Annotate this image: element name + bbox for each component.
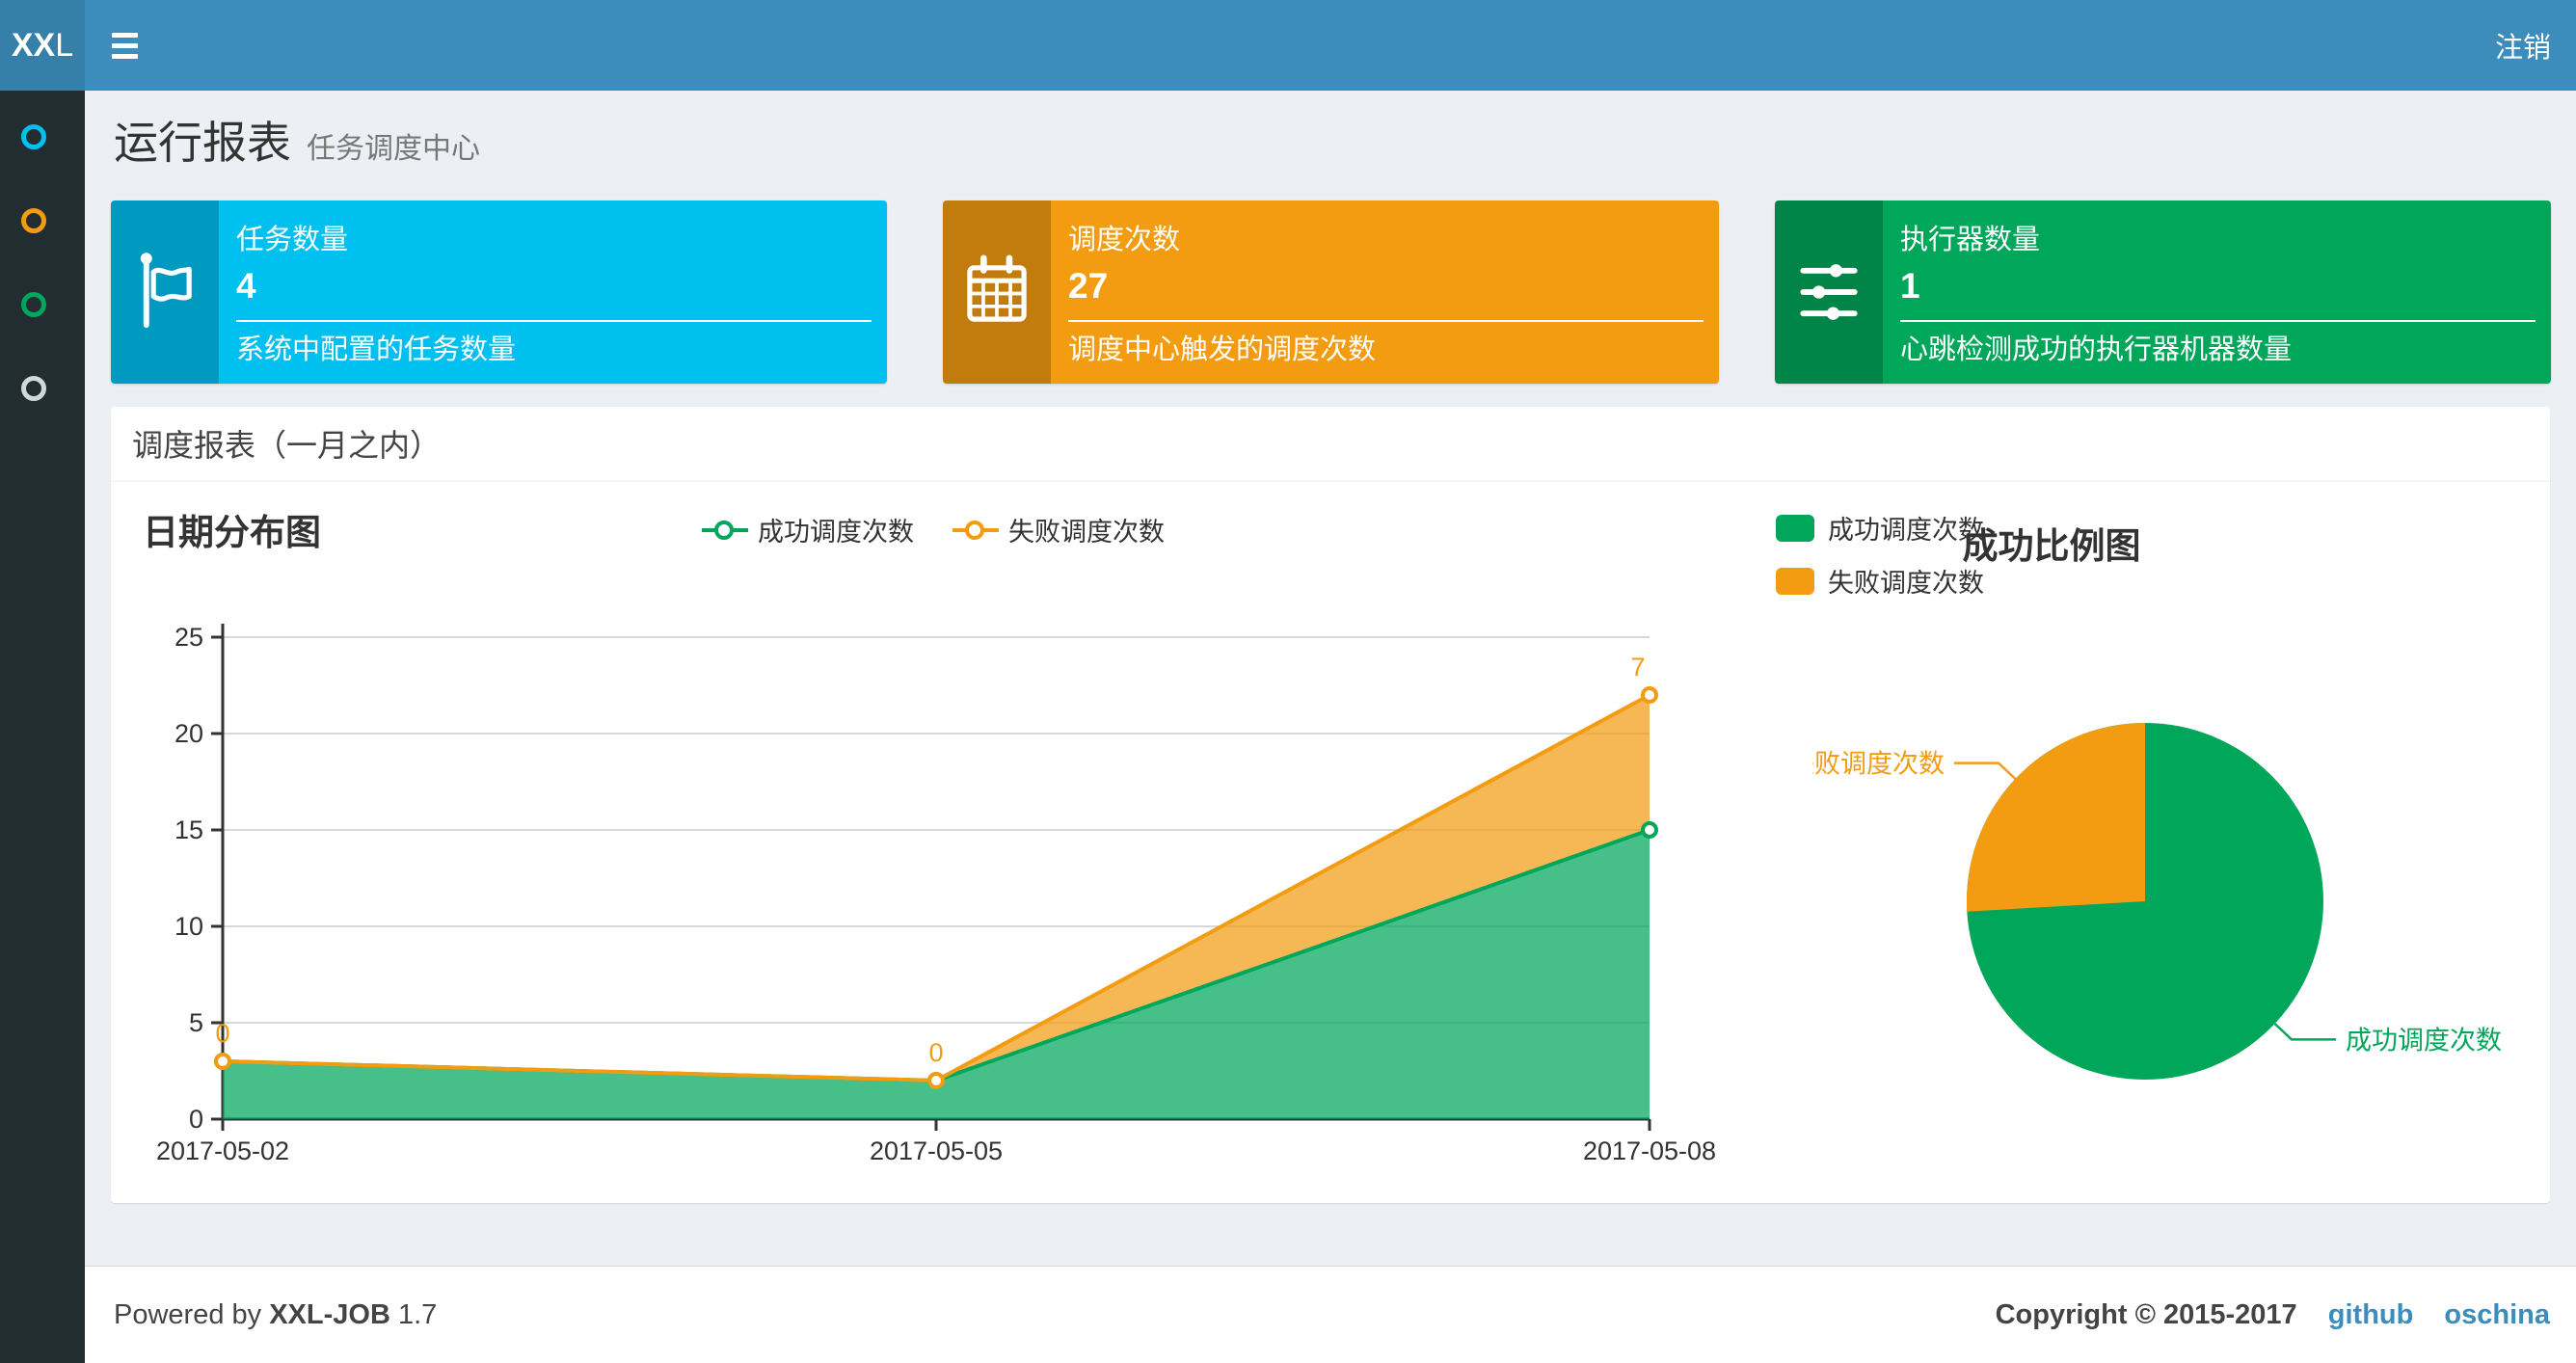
info-box-title: 执行器数量: [1900, 225, 2041, 255]
legend-item[interactable]: 成功调度次数: [1776, 509, 1984, 547]
svg-text:15: 15: [174, 815, 203, 844]
legend-swatch-icon: [1776, 567, 1814, 595]
info-box-triggers: 调度次数 27 调度中心触发的调度次数: [943, 200, 1719, 384]
point-label: 0: [215, 1019, 229, 1048]
legend-label: 成功调度次数: [758, 518, 914, 547]
sidebar-toggle-button[interactable]: [93, 0, 156, 91]
point-label: 7: [1630, 653, 1645, 682]
sidebar-item-2[interactable]: [0, 192, 85, 250]
svg-text:20: 20: [174, 719, 203, 748]
info-box-description: 系统中配置的任务数量: [236, 334, 517, 365]
pie-chart-legend: 成功调度次数 失败调度次数: [1776, 509, 1984, 600]
product-version: 1.7: [397, 1298, 438, 1330]
logo-text-bold: XX: [11, 26, 56, 64]
app-root: XX L 注销 运行报表 任务调度中心 任务数量 4 系统中配置的任务数量 调度…: [0, 0, 2576, 1363]
legend-item[interactable]: 成功调度次数: [702, 511, 914, 548]
copyright-text: Copyright © 2015-2017: [1995, 1298, 2297, 1330]
label-line: [2273, 1023, 2336, 1041]
svg-text:5: 5: [189, 1008, 203, 1037]
oschina-link[interactable]: oschina: [2444, 1299, 2550, 1330]
line-chart-legend: 成功调度次数 失败调度次数: [702, 511, 1165, 548]
page-footer: Powered by XXL-JOB 1.7 Copyright © 2015-…: [85, 1266, 2576, 1363]
info-box-value: 4: [236, 266, 256, 306]
svg-text:2017-05-05: 2017-05-05: [870, 1136, 1003, 1165]
page-header: 运行报表 任务调度中心: [114, 108, 480, 172]
left-sidebar: [0, 91, 85, 1363]
svg-text:25: 25: [174, 623, 203, 652]
info-box-executors: 执行器数量 1 心跳检测成功的执行器机器数量: [1775, 200, 2551, 384]
sidebar-item-4[interactable]: [0, 360, 85, 417]
page-title: 运行报表: [114, 118, 291, 168]
page-subtitle: 任务调度中心: [307, 133, 480, 165]
svg-text:2017-05-02: 2017-05-02: [156, 1136, 289, 1165]
sliders-icon: [1775, 200, 1883, 384]
info-box-value: 27: [1068, 266, 1109, 306]
hamburger-icon: [111, 32, 138, 38]
fail-slice: [1966, 723, 2145, 912]
info-box-description: 心跳检测成功的执行器机器数量: [1900, 334, 2293, 365]
point-label: 0: [928, 1038, 943, 1067]
sidebar-item-1[interactable]: [0, 108, 85, 166]
top-navbar: XX L 注销: [0, 0, 2576, 91]
legend-label: 失败调度次数: [1828, 569, 1984, 598]
panel-title: 调度报表（一月之内）: [132, 428, 442, 463]
svg-text:0: 0: [189, 1105, 203, 1134]
info-box-jobs: 任务数量 4 系统中配置的任务数量: [111, 200, 887, 384]
success-ratio-pie-chart: 成功调度次数 失败调度次数: [1812, 723, 2502, 1080]
legend-label: 失败调度次数: [1008, 518, 1165, 547]
github-link[interactable]: github: [2328, 1299, 2414, 1330]
logout-link[interactable]: 注销: [2470, 0, 2576, 91]
line-circle-legend-icon: [953, 520, 999, 541]
slice-label: 失败调度次数: [1812, 750, 1945, 779]
svg-text:10: 10: [174, 912, 203, 941]
info-box-title: 任务数量: [236, 225, 349, 255]
panel-header: 调度报表（一月之内）: [111, 407, 2550, 482]
circle-icon: [21, 124, 46, 149]
legend-item[interactable]: 失败调度次数: [1776, 562, 1984, 600]
flag-icon: [111, 200, 219, 384]
app-logo[interactable]: XX L: [0, 0, 85, 91]
calendar-icon: [943, 200, 1051, 384]
line-chart-title: 日期分布图: [143, 513, 321, 552]
logo-text-light: L: [55, 26, 74, 64]
divider: [1900, 320, 2536, 322]
product-name: XXL-JOB: [269, 1298, 390, 1330]
legend-swatch-icon: [1776, 514, 1814, 542]
slice-label: 成功调度次数: [2346, 1026, 2502, 1055]
sidebar-item-3[interactable]: [0, 276, 85, 334]
powered-by: Powered by XXL-JOB 1.7: [114, 1298, 438, 1330]
circle-icon: [21, 208, 46, 233]
info-box-title: 调度次数: [1068, 225, 1181, 255]
info-box-description: 调度中心触发的调度次数: [1068, 334, 1377, 365]
date-distribution-chart: 05101520252017-05-02 2017-05-05 2017-05-08…: [156, 623, 1716, 1165]
legend-label: 成功调度次数: [1828, 516, 1984, 545]
divider: [236, 320, 872, 322]
info-box-value: 1: [1900, 266, 1920, 306]
copyright-area: Copyright © 2015-2017 github oschina: [1996, 1299, 2550, 1331]
divider: [1068, 320, 1704, 322]
label-line: [1954, 762, 2017, 780]
line-circle-legend-icon: [702, 520, 748, 541]
svg-text:2017-05-08: 2017-05-08: [1583, 1136, 1716, 1165]
circle-icon: [21, 292, 46, 317]
circle-icon: [21, 376, 46, 401]
legend-item[interactable]: 失败调度次数: [953, 511, 1165, 548]
